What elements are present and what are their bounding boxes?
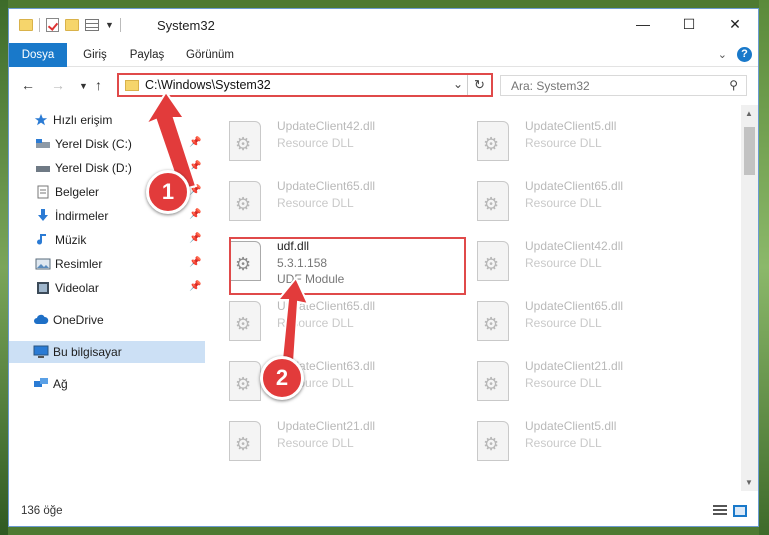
annotation-arrow-2 bbox=[275, 276, 310, 364]
annotation-marker-2: 2 bbox=[260, 356, 304, 400]
annotation-marker-1: 1 bbox=[146, 170, 190, 214]
annotation-arrows bbox=[143, 90, 310, 364]
